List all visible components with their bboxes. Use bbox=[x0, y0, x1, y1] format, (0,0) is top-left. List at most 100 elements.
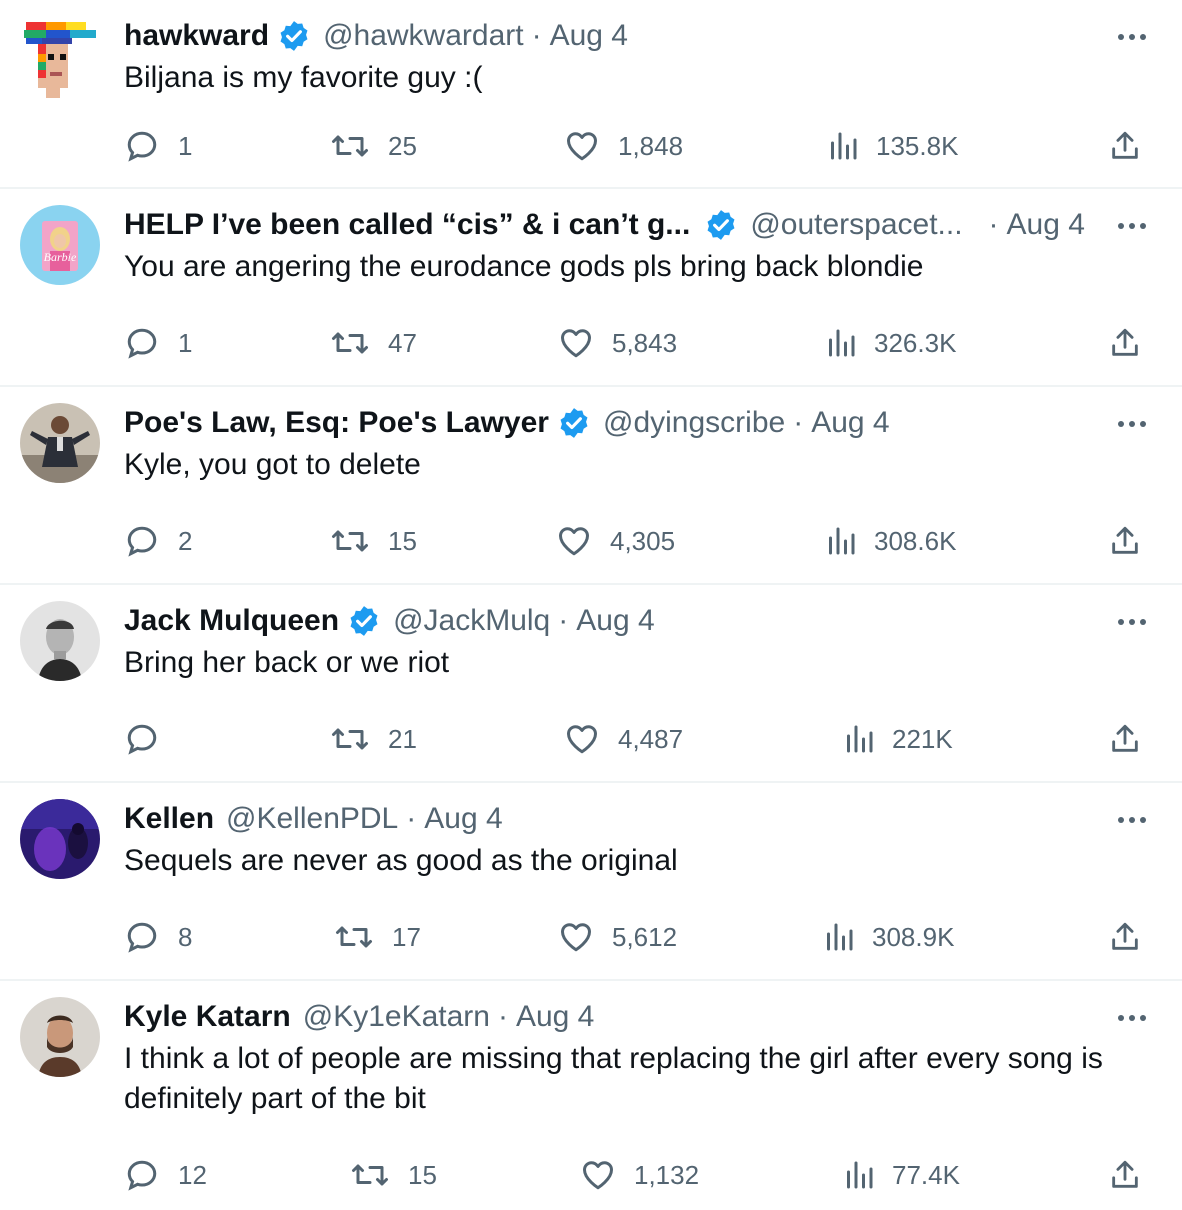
share-button[interactable] bbox=[1108, 126, 1142, 166]
like-button[interactable]: 1,132 bbox=[580, 1155, 699, 1195]
tweet-text: You are angering the eurodance gods pls … bbox=[124, 250, 924, 283]
reply-button[interactable]: 2 bbox=[124, 521, 192, 561]
retweet-button[interactable]: 25 bbox=[330, 126, 417, 166]
views-button[interactable]: 326.3K bbox=[826, 323, 956, 363]
like-button[interactable]: 5,612 bbox=[558, 917, 677, 957]
retweet-count: 25 bbox=[388, 130, 417, 161]
views-button[interactable]: 77.4K bbox=[844, 1155, 960, 1195]
share-button[interactable] bbox=[1108, 521, 1142, 561]
user-handle[interactable]: @JackMulq bbox=[393, 604, 550, 638]
tweet-date[interactable]: Aug 4 bbox=[576, 604, 654, 638]
reply-button[interactable]: 8 bbox=[124, 917, 192, 957]
tweet-date[interactable]: Aug 4 bbox=[424, 802, 502, 836]
reply-icon bbox=[124, 128, 160, 164]
avatar[interactable] bbox=[20, 997, 100, 1077]
reply-icon bbox=[124, 325, 160, 361]
tweet-date[interactable]: Aug 4 bbox=[516, 1000, 594, 1034]
like-button[interactable]: 4,305 bbox=[556, 521, 675, 561]
retweet-icon bbox=[330, 128, 370, 164]
tweet-text: Bring her back or we riot bbox=[124, 646, 450, 679]
user-handle[interactable]: @Ky1eKatarn bbox=[303, 1000, 490, 1034]
share-button[interactable] bbox=[1108, 719, 1142, 759]
display-name[interactable]: Kyle Katarn bbox=[124, 1000, 291, 1034]
views-count: 308.9K bbox=[872, 921, 955, 952]
separator-dot: · bbox=[558, 604, 569, 637]
reply-button[interactable]: 1 bbox=[124, 323, 192, 363]
avatar[interactable] bbox=[20, 18, 100, 98]
tweet-actions: 12 15 1,132 77.4K bbox=[124, 1155, 1142, 1195]
retweet-button[interactable]: 17 bbox=[334, 917, 421, 957]
user-handle[interactable]: @dyingscribe bbox=[603, 406, 785, 440]
more-icon[interactable] bbox=[1114, 211, 1150, 241]
tweet-date[interactable]: Aug 4 bbox=[811, 406, 889, 440]
display-name[interactable]: Poe's Law, Esq: Poe's Lawyer bbox=[124, 406, 549, 440]
retweet-button[interactable]: 15 bbox=[350, 1155, 437, 1195]
like-button[interactable]: 5,843 bbox=[558, 323, 677, 363]
more-icon[interactable] bbox=[1114, 805, 1150, 835]
retweet-button[interactable]: 21 bbox=[330, 719, 417, 759]
user-handle[interactable]: @hawkwardart bbox=[323, 19, 524, 53]
views-button[interactable]: 308.9K bbox=[824, 917, 954, 957]
reply-count: 1 bbox=[178, 327, 193, 358]
views-count: 308.6K bbox=[874, 525, 957, 556]
share-button[interactable] bbox=[1108, 917, 1142, 957]
reply-button[interactable]: 1 bbox=[124, 126, 192, 166]
retweet-count: 17 bbox=[392, 921, 421, 952]
tweet-date[interactable]: Aug 4 bbox=[1007, 208, 1085, 242]
separator-dot: · bbox=[531, 19, 542, 52]
retweet-icon bbox=[350, 1157, 390, 1193]
more-icon[interactable] bbox=[1114, 409, 1150, 439]
views-button[interactable]: 135.8K bbox=[828, 126, 958, 166]
views-button[interactable]: 308.6K bbox=[826, 521, 956, 561]
display-name[interactable]: Kellen bbox=[124, 802, 214, 836]
avatar[interactable] bbox=[20, 799, 100, 879]
svg-text:Barbie: Barbie bbox=[44, 250, 77, 264]
retweet-count: 47 bbox=[388, 327, 417, 358]
verified-badge-icon bbox=[347, 604, 381, 638]
tweet-kellenpdl[interactable]: Kellen @KellenPDL · Aug 4 Sequels are ne… bbox=[0, 783, 1182, 981]
share-button[interactable] bbox=[1108, 323, 1142, 363]
views-count: 135.8K bbox=[876, 130, 959, 161]
reply-count: 1 bbox=[178, 130, 193, 161]
tweet-jackmulq[interactable]: Jack Mulqueen @JackMulq · Aug 4 Bring he… bbox=[0, 585, 1182, 783]
reply-count: 2 bbox=[178, 525, 193, 556]
tweet-ky1ekatarn[interactable]: Kyle Katarn @Ky1eKatarn · Aug 4 I think … bbox=[0, 981, 1182, 1210]
views-count: 221K bbox=[892, 723, 953, 754]
verified-badge-icon bbox=[277, 19, 311, 53]
user-handle[interactable]: @KellenPDL bbox=[226, 802, 398, 836]
verified-badge-icon bbox=[557, 406, 591, 440]
avatar[interactable] bbox=[20, 601, 100, 681]
display-name[interactable]: HELP I’ve been called “cis” & i can’t g.… bbox=[124, 208, 690, 242]
tweet-outerspacet[interactable]: Barbie HELP I’ve been called “cis” & i c… bbox=[0, 189, 1182, 387]
tweet-actions: 1 47 5,843 326.3K bbox=[124, 323, 1142, 363]
tweet-text: Kyle, you got to delete bbox=[124, 448, 421, 481]
heart-icon bbox=[558, 325, 594, 361]
like-button[interactable]: 1,848 bbox=[564, 126, 683, 166]
display-name[interactable]: Jack Mulqueen bbox=[124, 604, 339, 638]
more-icon[interactable] bbox=[1114, 607, 1150, 637]
views-icon bbox=[844, 1157, 874, 1193]
more-icon[interactable] bbox=[1114, 22, 1150, 52]
user-handle[interactable]: @outerspacet... bbox=[750, 208, 962, 242]
tweet-actions: 2 15 4,305 308.6K bbox=[124, 521, 1142, 561]
views-icon bbox=[824, 919, 854, 955]
more-icon[interactable] bbox=[1114, 1003, 1150, 1033]
retweet-button[interactable]: 47 bbox=[330, 323, 417, 363]
like-button[interactable]: 4,487 bbox=[564, 719, 683, 759]
reply-button[interactable] bbox=[124, 719, 178, 759]
avatar[interactable]: Barbie bbox=[20, 205, 100, 285]
display-name[interactable]: hawkward bbox=[124, 19, 269, 53]
views-button[interactable]: 221K bbox=[844, 719, 953, 759]
retweet-button[interactable]: 15 bbox=[330, 521, 417, 561]
separator-dot: · bbox=[793, 406, 804, 439]
tweet-date[interactable]: Aug 4 bbox=[550, 19, 628, 53]
tweet-hawkward[interactable]: hawkward @hawkwardart · Aug 4 Biljana is… bbox=[0, 0, 1182, 189]
separator-dot: · bbox=[406, 802, 417, 835]
share-icon bbox=[1108, 721, 1142, 757]
reply-button[interactable]: 12 bbox=[124, 1155, 207, 1195]
avatar[interactable] bbox=[20, 403, 100, 483]
share-button[interactable] bbox=[1108, 1155, 1142, 1195]
tweet-dyingscribe[interactable]: Poe's Law, Esq: Poe's Lawyer @dyingscrib… bbox=[0, 387, 1182, 585]
heart-icon bbox=[564, 721, 600, 757]
like-count: 5,843 bbox=[612, 327, 678, 358]
